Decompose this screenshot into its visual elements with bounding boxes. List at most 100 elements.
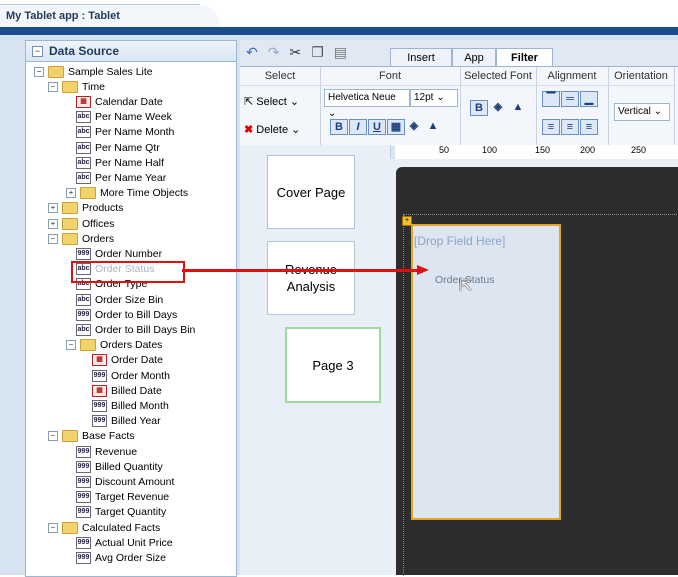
tree-item-label: Order Size Bin: [95, 293, 164, 306]
copy-icon[interactable]: ❐: [311, 44, 324, 61]
ruler-tick-label: 50: [439, 145, 450, 155]
text-field-icon: abc: [76, 111, 91, 124]
tree-item-label: Order Month: [111, 369, 170, 382]
tree-field[interactable]: 999 Order Number: [66, 246, 162, 261]
redo-icon[interactable]: ↷: [268, 44, 280, 61]
paste-icon[interactable]: ▤: [334, 44, 347, 61]
tree-field[interactable]: abc Per Name Half: [66, 155, 164, 170]
tree-field[interactable]: abc Order to Bill Days Bin: [66, 322, 195, 337]
align-center-icon[interactable]: ≡: [561, 119, 579, 135]
delete-label: Delete: [256, 124, 289, 136]
italic-icon[interactable]: I: [349, 119, 367, 135]
select-button[interactable]: ⇱ Select ⌄: [244, 95, 299, 108]
align-top-icon[interactable]: ▔: [542, 91, 560, 107]
collapse-icon[interactable]: −: [48, 233, 58, 244]
expand-icon[interactable]: +: [48, 218, 58, 229]
tree-folder[interactable]: − Sample Sales Lite: [34, 64, 153, 79]
tree-folder[interactable]: + More Time Objects: [66, 186, 188, 201]
collapse-icon[interactable]: −: [34, 66, 44, 77]
tree-field[interactable]: 999 Order to Bill Days: [66, 307, 177, 322]
expand-icon[interactable]: +: [66, 188, 76, 199]
folder-icon: [62, 202, 78, 215]
tree-folder[interactable]: − Base Facts: [48, 429, 135, 444]
align-left-icon[interactable]: ≡: [542, 119, 560, 135]
tree-field[interactable]: 999 Discount Amount: [66, 474, 174, 489]
font-color-icon[interactable]: ▲: [425, 119, 441, 133]
page-thumb-cover[interactable]: Cover Page: [267, 155, 355, 229]
group-selected-font: Selected Font B ◈ ▲: [460, 67, 537, 146]
border-icon[interactable]: ▦: [387, 119, 405, 135]
selected-fill-icon[interactable]: ◈: [490, 100, 506, 114]
tree-field[interactable]: abc Order Size Bin: [66, 292, 163, 307]
tree-field[interactable]: 999 Billed Month: [82, 398, 169, 413]
fill-color-icon[interactable]: ◈: [406, 119, 422, 133]
quick-actions: ↶ ↷ ✂ ❐ ▤: [246, 44, 347, 61]
data-source-header[interactable]: − Data Source: [26, 41, 236, 62]
align-bottom-icon[interactable]: ▁: [580, 91, 598, 107]
selected-bold-icon[interactable]: B: [470, 100, 488, 116]
tree-folder[interactable]: − Calculated Facts: [48, 520, 160, 535]
tree-field[interactable]: 999 Avg Order Size: [66, 550, 166, 565]
tree-item-label: Base Facts: [82, 430, 135, 443]
tree-field[interactable]: 999 Revenue: [66, 444, 137, 459]
page-thumb-page3[interactable]: Page 3: [285, 327, 381, 403]
delete-button[interactable]: ✖ Delete ⌄: [244, 123, 300, 136]
tree-item-label: Order to Bill Days Bin: [95, 323, 196, 336]
tree-field[interactable]: abc Per Name Qtr: [66, 140, 160, 155]
collapse-icon[interactable]: −: [48, 431, 58, 442]
tab-insert[interactable]: Insert: [390, 48, 452, 67]
tree-field[interactable]: 999 Actual Unit Price: [66, 535, 173, 550]
tree-field[interactable]: abc Per Name Year: [66, 170, 166, 185]
expand-icon[interactable]: +: [48, 203, 58, 214]
collapse-icon[interactable]: −: [66, 340, 76, 351]
tree-field[interactable]: 999 Target Quantity: [66, 505, 166, 520]
tree-item-label: Target Quantity: [95, 506, 167, 519]
tree-folder[interactable]: − Orders Dates: [66, 338, 162, 353]
tree-item-label: Per Name Half: [95, 156, 164, 169]
numeric-field-icon: 999: [76, 506, 91, 519]
tree-item-label: Billed Quantity: [95, 460, 163, 473]
bold-icon[interactable]: B: [330, 119, 348, 135]
tree-item-label: Discount Amount: [95, 475, 175, 488]
tree-field[interactable]: ▦ Order Date: [82, 353, 163, 368]
collapse-icon[interactable]: −: [48, 522, 58, 533]
tree-folder[interactable]: − Orders: [48, 231, 114, 246]
app-title: My Tablet app : Tablet: [6, 10, 120, 22]
align-middle-icon[interactable]: ═: [561, 91, 579, 107]
collapse-icon[interactable]: −: [48, 81, 58, 92]
drag-arrow-head: [417, 265, 429, 275]
font-family-select[interactable]: Helvetica Neue ⌄: [324, 89, 410, 119]
tree-folder[interactable]: − Time: [48, 79, 105, 94]
align-right-icon[interactable]: ≡: [580, 119, 598, 135]
tree-item-label: Per Name Week: [95, 111, 172, 124]
tab-filter[interactable]: Filter: [496, 48, 553, 67]
tree-field[interactable]: 999 Target Revenue: [66, 490, 169, 505]
undo-icon[interactable]: ↶: [246, 44, 258, 61]
tree-item-label: Products: [82, 202, 124, 215]
page-thumb-revenue[interactable]: Revenue Analysis: [267, 241, 355, 315]
text-field-icon: abc: [76, 293, 91, 306]
tree-field[interactable]: abc Per Name Week: [66, 110, 172, 125]
orientation-select[interactable]: Vertical ⌄: [614, 103, 670, 121]
selected-color-icon[interactable]: ▲: [510, 100, 526, 114]
tree-field[interactable]: 999 Billed Quantity: [66, 459, 163, 474]
tree-field[interactable]: abc Per Name Month: [66, 125, 174, 140]
filter-drop-zone[interactable]: [Drop Field Here] Order Status: [411, 224, 561, 520]
tree-field[interactable]: ▦ Calendar Date: [66, 94, 163, 109]
tree-field[interactable]: 999 Order Month: [82, 368, 170, 383]
ribbon-tab-row: ↶ ↷ ✂ ❐ ▤ Insert App Filter: [240, 40, 678, 67]
tree-folder[interactable]: + Offices: [48, 216, 114, 231]
tab-app[interactable]: App: [452, 48, 496, 67]
tree-field[interactable]: ▦ Billed Date: [82, 383, 162, 398]
tree-item-label: Calculated Facts: [82, 521, 161, 534]
tree-folder[interactable]: + Products: [48, 201, 123, 216]
numeric-field-icon: 999: [76, 475, 91, 488]
collapse-icon[interactable]: −: [32, 45, 43, 57]
tree-item-label: Per Name Month: [95, 126, 175, 139]
cut-icon[interactable]: ✂: [289, 44, 301, 61]
tree-item-label: Calendar Date: [95, 95, 163, 108]
font-size-select[interactable]: 12pt ⌄: [410, 89, 458, 107]
tree-field[interactable]: 999 Billed Year: [82, 414, 161, 429]
folder-icon: [62, 232, 78, 245]
underline-icon[interactable]: U: [368, 119, 386, 135]
